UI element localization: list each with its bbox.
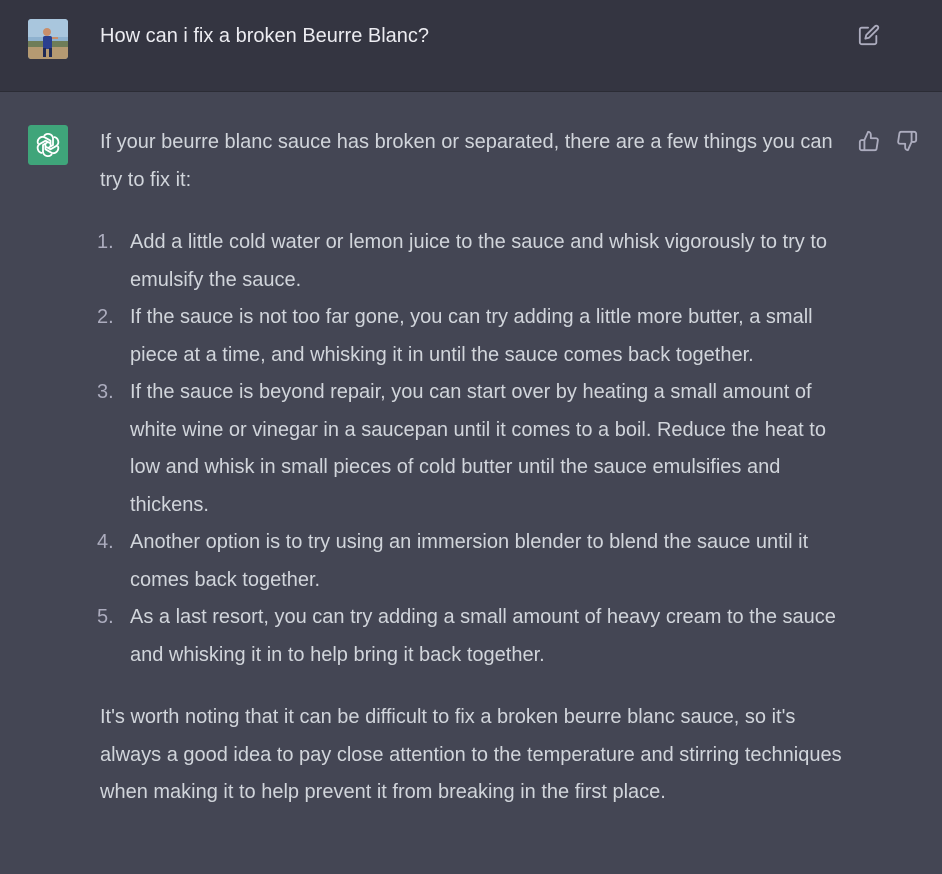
step-number: 4. xyxy=(97,531,114,553)
step-number: 2. xyxy=(97,306,114,328)
step-item: 3. If the sauce is beyond repair, you ca… xyxy=(97,374,845,524)
step-text: If the sauce is beyond repair, you can s… xyxy=(130,381,826,516)
user-photo-icon xyxy=(28,19,68,59)
assistant-message-row: If your beurre blanc sauce has broken or… xyxy=(0,92,942,874)
step-item: 1. Add a little cold water or lemon juic… xyxy=(97,224,845,299)
thumbs-up-icon[interactable] xyxy=(858,130,880,152)
step-number: 3. xyxy=(97,381,114,403)
step-text: Another option is to try using an immers… xyxy=(130,531,809,591)
step-text: As a last resort, you can try adding a s… xyxy=(130,606,836,666)
step-item: 4. Another option is to try using an imm… xyxy=(97,524,845,599)
step-item: 5. As a last resort, you can try adding … xyxy=(97,599,845,674)
user-message-row: How can i fix a broken Beurre Blanc? xyxy=(0,0,942,92)
user-avatar xyxy=(28,19,68,59)
step-text: Add a little cold water or lemon juice t… xyxy=(130,231,828,291)
step-item: 2. If the sauce is not too far gone, you… xyxy=(97,299,845,374)
thumbs-down-icon[interactable] xyxy=(896,130,918,152)
user-message-text: How can i fix a broken Beurre Blanc? xyxy=(100,25,430,47)
step-number: 5. xyxy=(97,606,114,628)
steps-list: 1. Add a little cold water or lemon juic… xyxy=(97,224,845,674)
assistant-answer: If your beurre blanc sauce has broken or… xyxy=(97,124,845,812)
step-number: 1. xyxy=(97,231,114,253)
answer-intro: If your beurre blanc sauce has broken or… xyxy=(100,131,833,191)
step-text: If the sauce is not too far gone, you ca… xyxy=(130,306,813,366)
assistant-avatar xyxy=(28,125,68,165)
answer-closing: It's worth noting that it can be difficu… xyxy=(100,706,842,803)
edit-icon[interactable] xyxy=(858,24,880,46)
openai-logo-icon xyxy=(36,133,60,157)
